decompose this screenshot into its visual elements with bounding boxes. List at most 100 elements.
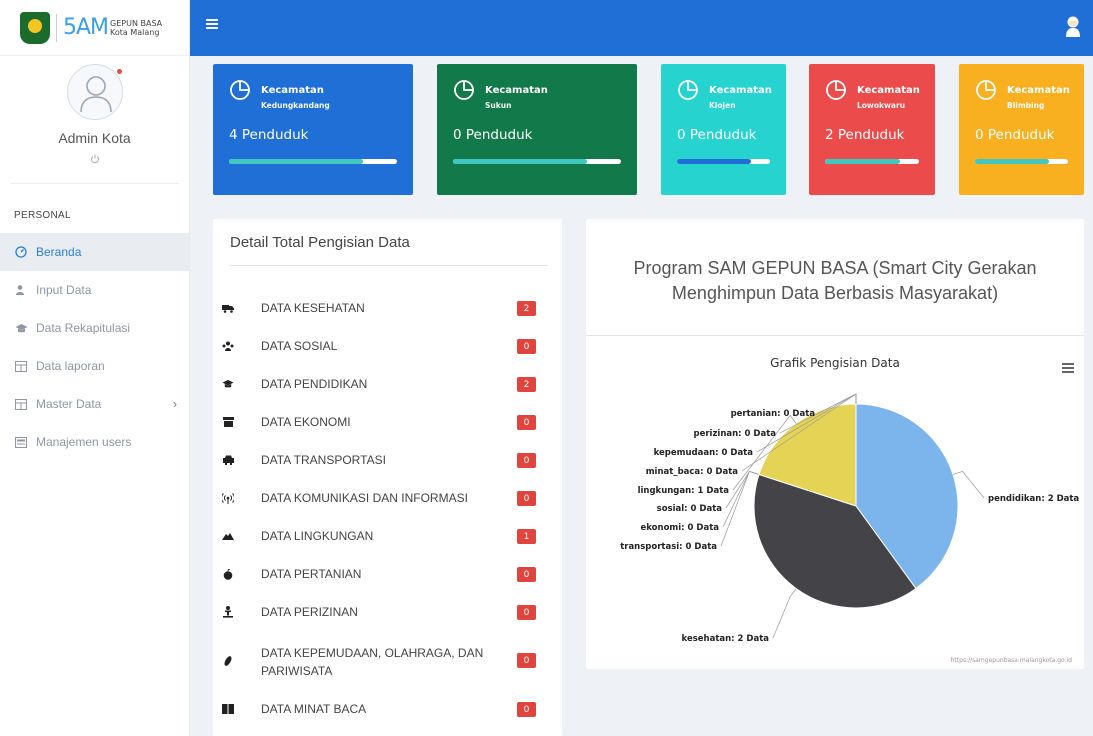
pie-chart-icon: [678, 80, 698, 100]
sidebar-nav: Beranda Input Data Data Rekapitulasi Data l…: [0, 233, 189, 461]
count-badge: 0: [517, 567, 536, 582]
card-district-name: Kedungkandang: [261, 101, 330, 110]
sidebar-item-beranda[interactable]: Beranda: [0, 233, 189, 271]
card-title: Kecamatan: [485, 85, 548, 96]
chart-credit-link[interactable]: https://samgepunbasa.malangkota.go.id: [951, 657, 1072, 664]
chevron-right-icon[interactable]: ›: [173, 397, 177, 411]
pie-label-minat_baca: minat_baca: 0 Data: [646, 467, 739, 477]
count-badge: 0: [517, 653, 536, 668]
card-title: Kecamatan: [1007, 85, 1070, 96]
card-progress-bar: [453, 159, 621, 164]
football-icon: [221, 654, 235, 668]
card-population-value: 4 Penduduk: [229, 127, 309, 143]
sidebar-item-data-rekapitulasi[interactable]: Data Rekapitulasi: [0, 309, 189, 347]
detail-row-label: DATA PERTANIAN: [261, 567, 362, 581]
graduation-cap-icon: [14, 321, 28, 335]
detail-row-label: DATA EKONOMI: [261, 415, 351, 429]
dashboard-icon: [14, 245, 28, 259]
top-bar: [190, 0, 1093, 56]
district-card-lowokwaru[interactable]: Kecamatan Lowokwaru 2 Penduduk: [809, 64, 935, 195]
detail-row-label: DATA PENDIDIKAN: [261, 377, 368, 391]
detail-row-label: DATA KEPEMUDAAN, OLAHRAGA, DAN PARIWISAT…: [261, 646, 484, 678]
book-icon: [221, 702, 235, 716]
user-avatar-icon: [79, 76, 112, 113]
chart-title: Grafik Pengisian Data: [770, 356, 900, 370]
pie-connector-kesehatan: [772, 588, 797, 639]
user-menu-icon[interactable]: [1065, 16, 1081, 42]
brand-line1: GEPUN BASA: [110, 18, 163, 28]
detail-row-label: DATA PERIZINAN: [261, 605, 358, 619]
sidebar-item-label: Beranda: [36, 245, 82, 259]
pie-label-pertanian: pertanian: 0 Data: [731, 409, 816, 419]
count-badge: 0: [517, 491, 536, 506]
sidebar: 5AM GEPUN BASA Kota Malang Admin Kota PE…: [0, 0, 190, 736]
avatar[interactable]: [66, 64, 123, 120]
profile-name: Admin Kota: [58, 130, 131, 146]
sidebar-item-label: Data Rekapitulasi: [36, 321, 131, 335]
brand[interactable]: 5AM GEPUN BASA Kota Malang: [0, 0, 189, 56]
pie-label-transportasi: transportasi: 0 Data: [620, 542, 717, 552]
count-badge: 0: [517, 339, 536, 354]
apple-icon: [221, 567, 235, 581]
card-population-value: 0 Penduduk: [975, 127, 1055, 143]
users-table-icon: [14, 435, 28, 449]
user-profile: Admin Kota: [10, 56, 179, 184]
count-badge: 0: [517, 702, 536, 717]
user-edit-icon: [14, 283, 28, 297]
broadcast-icon: [221, 491, 235, 505]
pie-label-kepemudaan: kepemudaan: 0 Data: [654, 448, 754, 458]
users-icon: [221, 339, 235, 353]
detail-row-label: DATA MINAT BACA: [261, 702, 367, 716]
district-card-klojen[interactable]: Kecamatan Klojen 0 Penduduk: [661, 64, 786, 195]
pie-chart-icon: [454, 80, 474, 100]
sidebar-item-master-data[interactable]: Master Data ›: [0, 385, 189, 423]
sidebar-item-label: Manajemen users: [36, 435, 132, 449]
card-district-name: Sukun: [485, 101, 512, 110]
chart-panel: Program SAM GEPUN BASA (Smart City Gerak…: [586, 219, 1084, 669]
table-icon: [14, 359, 28, 373]
menu-toggle-icon[interactable]: [206, 19, 218, 31]
district-card-blimbing[interactable]: Kecamatan Blimbing 0 Penduduk: [959, 64, 1084, 195]
count-badge: 0: [517, 453, 536, 468]
pie-chart-icon: [230, 80, 250, 100]
sidebar-item-label: Data laporan: [36, 359, 105, 373]
pie-label-kesehatan: kesehatan: 2 Data: [682, 634, 770, 644]
count-badge: 2: [517, 301, 536, 316]
pie-connector-transportasi: [720, 470, 760, 547]
district-card-kedungkandang[interactable]: Kecamatan Kedungkandang 4 Penduduk: [213, 64, 413, 195]
count-badge: 2: [517, 377, 536, 392]
program-title: Program SAM GEPUN BASA (Smart City Gerak…: [633, 258, 1037, 303]
card-title: Kecamatan: [857, 85, 920, 96]
detail-panel: Detail Total Pengisian Data DATA KESEHAT…: [213, 219, 562, 736]
card-district-name: Blimbing: [1007, 101, 1045, 110]
pie-label-ekonomi: ekonomi: 0 Data: [640, 523, 719, 533]
detail-row-label: DATA LINGKUNGAN: [261, 529, 374, 543]
card-progress-bar: [677, 159, 770, 164]
count-badge: 0: [517, 415, 536, 430]
district-card-sukun[interactable]: Kecamatan Sukun 0 Penduduk: [437, 64, 637, 195]
power-icon[interactable]: [90, 154, 100, 167]
store-icon: [221, 415, 235, 429]
table-icon: [14, 397, 28, 411]
mountain-icon: [221, 529, 235, 543]
pie-label-perizinan: perizinan: 0 Data: [694, 429, 777, 439]
sidebar-item-data-laporan[interactable]: Data laporan: [0, 347, 189, 385]
ambulance-icon: [221, 301, 235, 315]
card-progress-bar: [975, 159, 1068, 164]
sidebar-item-input-data[interactable]: Input Data: [0, 271, 189, 309]
detail-row-label: DATA KESEHATAN: [261, 301, 365, 315]
card-population-value: 0 Penduduk: [677, 127, 757, 143]
card-progress-bar: [825, 159, 919, 164]
pie-label-lingkungan: lingkungan: 1 Data: [638, 486, 730, 496]
graduation-cap-icon: [221, 377, 235, 391]
card-title: Kecamatan: [709, 85, 772, 96]
sidebar-item-label: Input Data: [36, 283, 92, 297]
pie-chart: pendidikan: 2 Data kesehatan: 2 Data trans…: [620, 393, 1079, 644]
card-district-name: Klojen: [709, 101, 736, 110]
pie-label-sosial: sosial: 0 Data: [657, 504, 723, 514]
sidebar-item-manajemen-users[interactable]: Manajemen users: [0, 423, 189, 461]
card-district-name: Lowokwaru: [857, 101, 906, 110]
detail-panel-title: Detail Total Pengisian Data: [230, 234, 410, 251]
detail-row-label: DATA SOSIAL: [261, 339, 338, 353]
card-population-value: 0 Penduduk: [453, 127, 533, 143]
